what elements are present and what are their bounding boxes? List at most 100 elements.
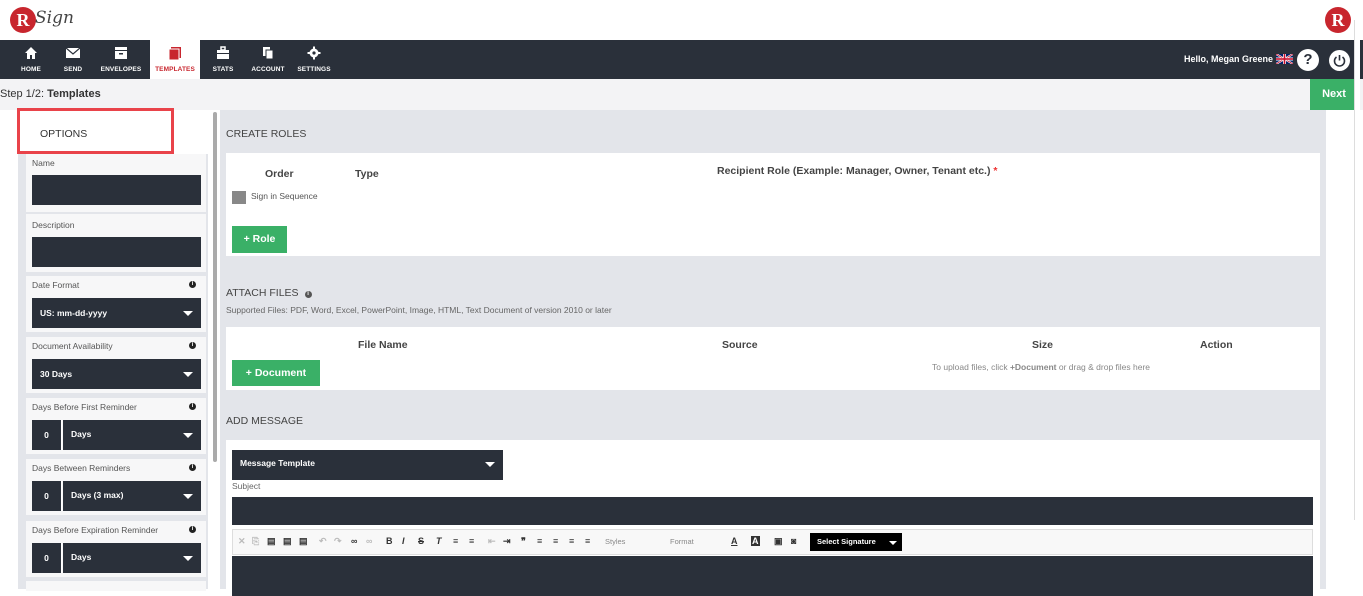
chevron-down-icon	[183, 556, 193, 561]
chevron-down-icon	[183, 311, 193, 316]
outdent-icon[interactable]: ⇤	[488, 536, 496, 547]
message-editor-body[interactable]	[232, 556, 1313, 596]
info-icon[interactable]: i	[189, 464, 196, 471]
stamp-icon[interactable]: ◙	[791, 536, 796, 546]
between-reminders-number[interactable]: 0	[32, 481, 62, 511]
create-roles-title: CREATE ROLES	[226, 128, 307, 140]
nav-label: TEMPLATES	[155, 66, 195, 73]
blockquote-icon[interactable]: ❞	[521, 536, 526, 547]
chevron-down-icon	[183, 433, 193, 438]
main-nav: HOME SEND ENVELOPES TEMPLATES STATS ACCO…	[0, 40, 1363, 79]
align-center-icon[interactable]: ≡	[553, 536, 558, 546]
description-label: Description	[32, 220, 75, 230]
nav-account[interactable]: ACCOUNT	[248, 40, 288, 79]
add-document-button[interactable]: + Document	[232, 360, 320, 386]
top-bar: R Sign R	[0, 0, 1363, 40]
uk-flag-icon[interactable]	[1276, 54, 1293, 64]
user-greeting: Hello, Megan Greene	[1183, 54, 1273, 64]
cut-icon[interactable]: ✕	[238, 536, 246, 547]
expiration-reminder-unit-select[interactable]: Days	[63, 543, 201, 573]
add-role-button[interactable]: + Role	[232, 226, 287, 253]
power-icon	[1333, 55, 1346, 67]
description-input[interactable]	[32, 237, 201, 267]
next-field-group	[26, 581, 206, 591]
first-reminder-label: Days Before First Reminder	[32, 402, 137, 412]
envelope-icon	[66, 47, 80, 58]
briefcase-icon	[217, 46, 229, 59]
first-reminder-unit-select[interactable]: Days	[63, 420, 201, 450]
chevron-down-icon	[183, 372, 193, 377]
align-right-icon[interactable]: ≡	[569, 536, 574, 546]
rpost-logo[interactable]: R	[1325, 7, 1351, 33]
nav-send[interactable]: SEND	[56, 40, 90, 79]
image-icon[interactable]: ▣	[774, 536, 783, 547]
remove-format-icon[interactable]: T	[436, 536, 442, 546]
paste-text-icon[interactable]: ▤	[283, 536, 292, 547]
between-reminders-group: Days Between Reminders i 0 Days (3 max)	[26, 459, 206, 515]
availability-select[interactable]: 30 Days	[32, 359, 201, 389]
chevron-down-icon	[183, 494, 193, 499]
chevron-down-icon	[485, 462, 495, 467]
expiration-reminder-number[interactable]: 0	[32, 543, 62, 573]
info-icon[interactable]: i	[189, 281, 196, 288]
recipient-role-header: Recipient Role (Example: Manager, Owner,…	[717, 165, 998, 177]
options-title: OPTIONS	[40, 128, 88, 140]
step-bar: Step 1/2: Templates Next	[0, 79, 1363, 110]
paste-icon[interactable]: ▤	[267, 536, 276, 547]
bold-icon[interactable]: B	[386, 536, 393, 546]
between-reminders-label: Days Between Reminders	[32, 463, 131, 473]
link-icon[interactable]: ∞	[351, 536, 357, 546]
required-mark: *	[993, 165, 998, 177]
logout-button[interactable]	[1329, 50, 1350, 71]
nav-envelopes[interactable]: ENVELOPES	[96, 40, 146, 79]
date-format-select[interactable]: US: mm-dd-yyyy	[32, 298, 201, 328]
main-content: CREATE ROLES Order Type Recipient Role (…	[220, 110, 1326, 596]
nav-label: SETTINGS	[297, 66, 331, 73]
between-reminders-unit-select[interactable]: Days (3 max)	[63, 481, 201, 511]
next-button[interactable]: Next	[1310, 79, 1358, 110]
name-input[interactable]	[32, 175, 201, 205]
indent-icon[interactable]: ⇥	[503, 536, 511, 547]
rsign-logo[interactable]: R	[10, 7, 36, 33]
info-icon[interactable]: i	[189, 342, 196, 349]
add-message-title: ADD MESSAGE	[226, 415, 304, 427]
message-template-select[interactable]: Message Template	[232, 450, 503, 480]
redo-icon[interactable]: ↷	[334, 536, 342, 547]
name-label: Name	[32, 158, 55, 168]
justify-icon[interactable]: ≡	[585, 536, 590, 546]
background-color-icon[interactable]: A	[751, 536, 760, 546]
expiration-reminder-label: Days Before Expiration Reminder	[32, 525, 159, 535]
styles-select[interactable]: Styles	[605, 537, 625, 546]
info-icon[interactable]: i	[304, 291, 312, 298]
help-button[interactable]: ?	[1297, 49, 1319, 71]
subject-input[interactable]	[232, 497, 1313, 525]
first-reminder-number[interactable]: 0	[32, 420, 62, 450]
text-color-icon[interactable]: A	[731, 536, 738, 546]
align-left-icon[interactable]: ≡	[537, 536, 542, 546]
italic-icon[interactable]: I	[402, 536, 405, 546]
options-header: OPTIONS	[18, 110, 208, 154]
options-panel: OPTIONS Name Description Date Format i U…	[18, 110, 208, 591]
info-icon[interactable]: i	[189, 526, 196, 533]
sign-in-sequence-checkbox[interactable]	[232, 191, 246, 204]
strikethrough-icon[interactable]: S	[418, 536, 424, 546]
select-signature-dropdown[interactable]: Select Signature	[810, 533, 902, 551]
bullet-list-icon[interactable]: ≡	[469, 536, 474, 546]
copy-icon[interactable]: ⎘	[252, 536, 259, 547]
nav-templates[interactable]: TEMPLATES	[150, 40, 200, 79]
step-indicator: Step 1/2: Templates	[0, 88, 101, 100]
nav-settings[interactable]: SETTINGS	[294, 40, 334, 79]
nav-stats[interactable]: STATS	[206, 40, 240, 79]
options-scrollbar[interactable]	[213, 112, 217, 462]
upload-hint: To upload files, click +Document or drag…	[932, 362, 1151, 372]
numbered-list-icon[interactable]: ≡	[453, 536, 458, 546]
nav-label: SEND	[63, 66, 83, 73]
paste-word-icon[interactable]: ▤	[299, 536, 308, 547]
nav-home[interactable]: HOME	[14, 40, 48, 79]
info-icon[interactable]: i	[189, 403, 196, 410]
unlink-icon[interactable]: ∞	[366, 536, 372, 546]
format-select[interactable]: Format	[670, 537, 694, 546]
page-scrollbar[interactable]	[1354, 20, 1360, 520]
undo-icon[interactable]: ↶	[319, 536, 327, 547]
source-header: Source	[722, 339, 758, 351]
